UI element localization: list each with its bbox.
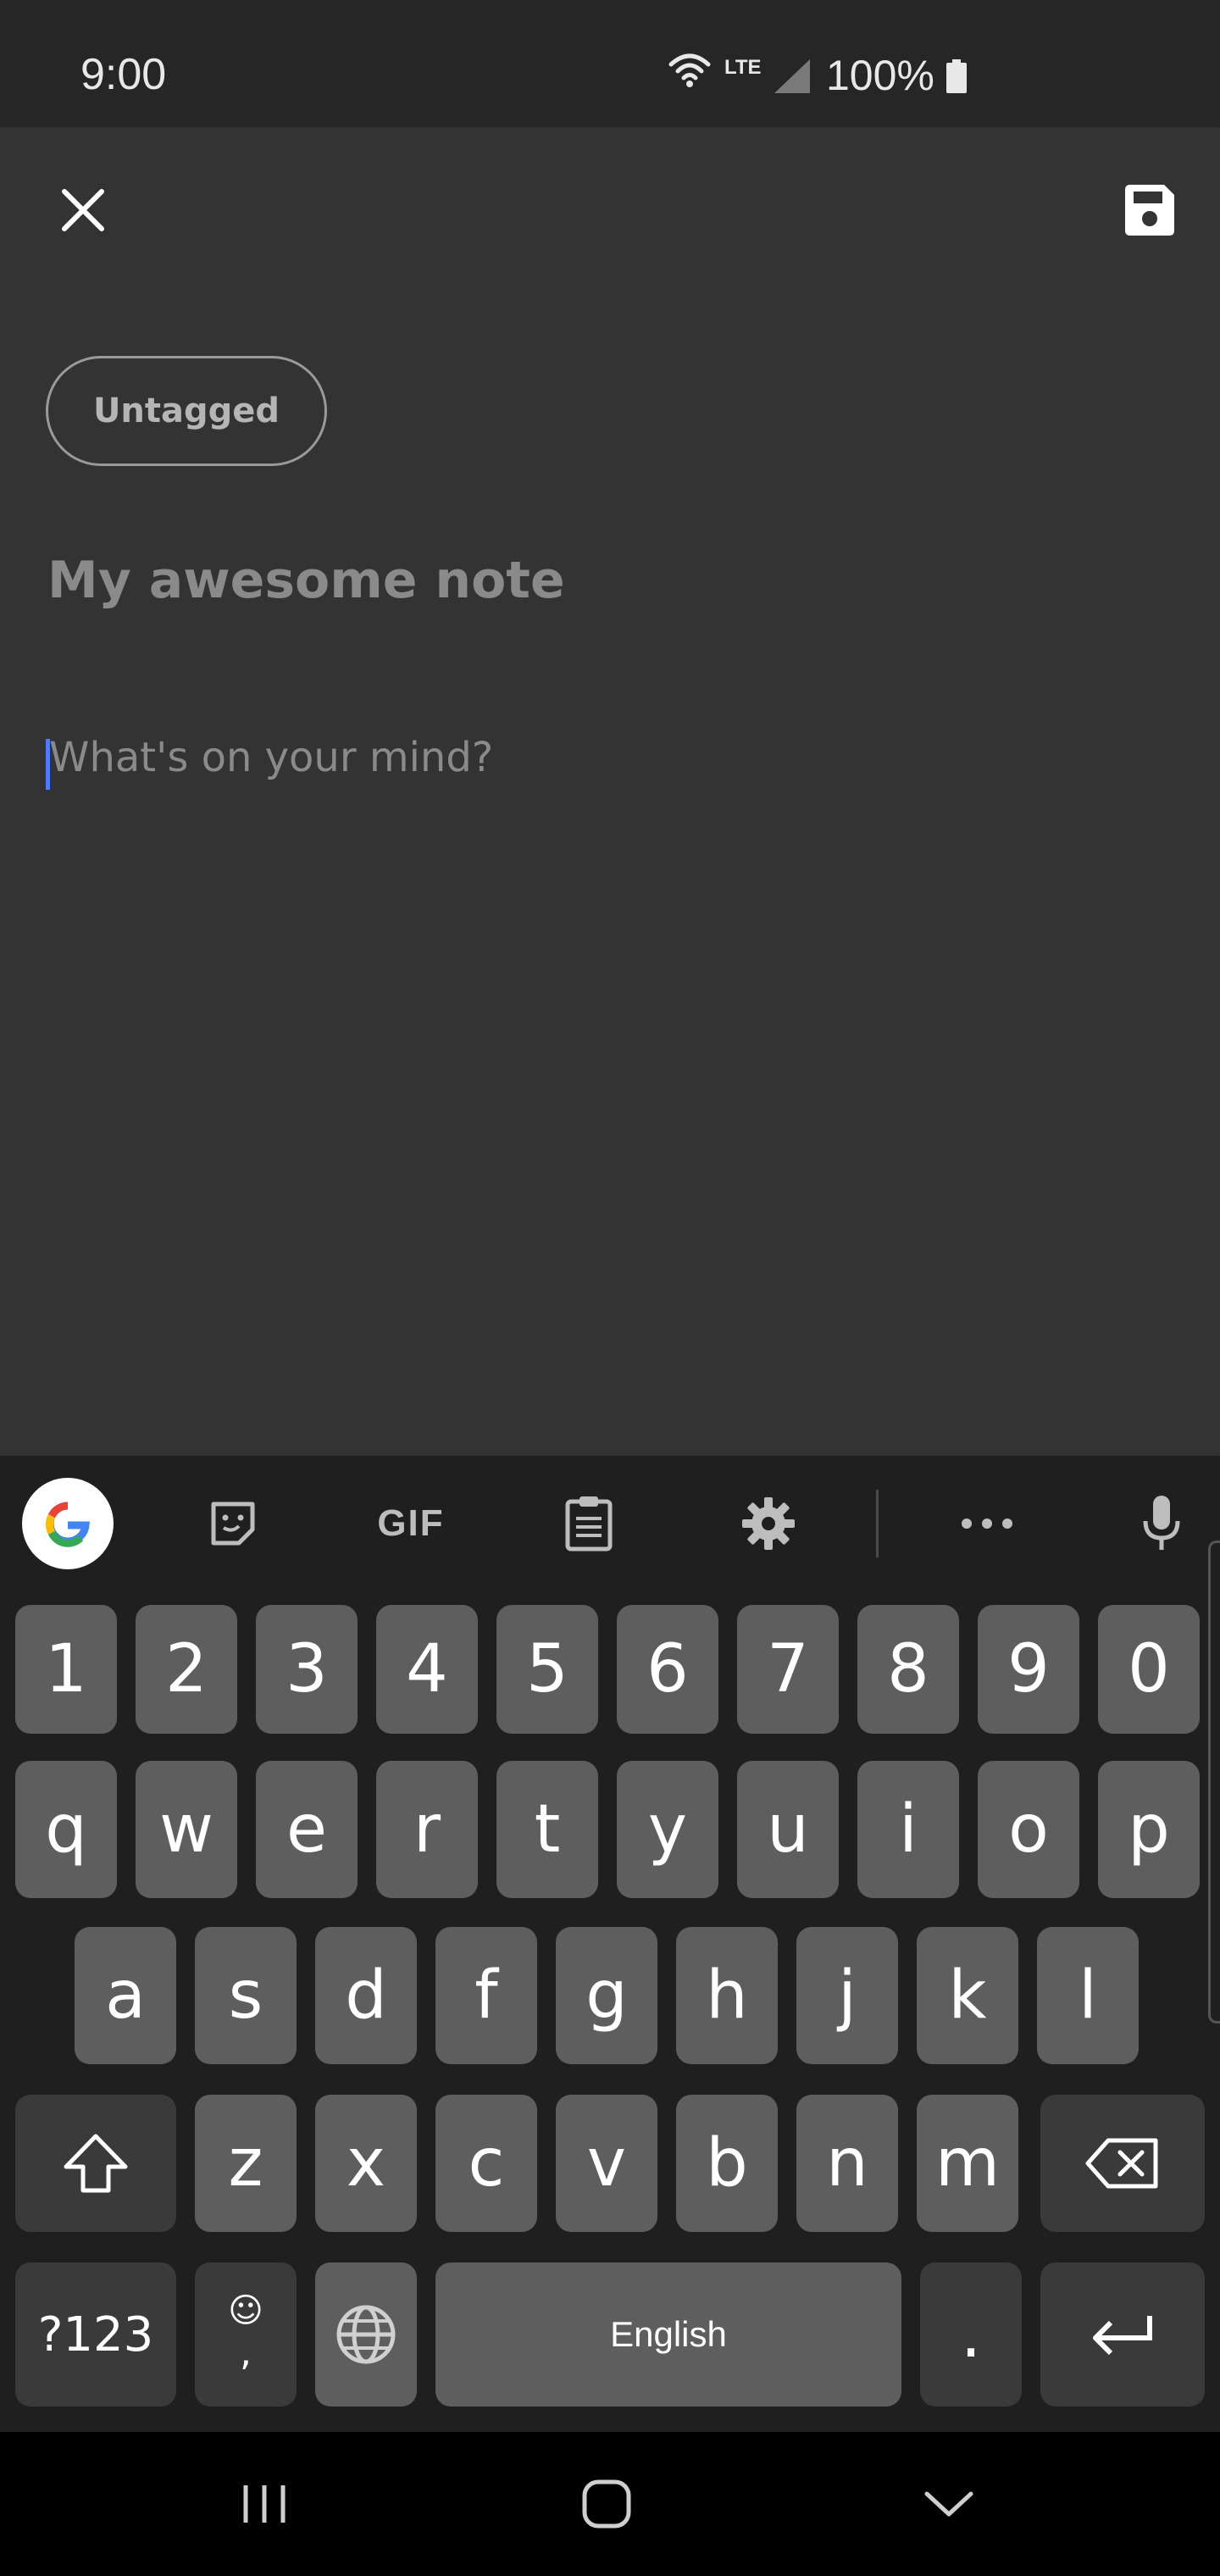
enter-icon xyxy=(1093,2316,1152,2356)
key-g[interactable]: g xyxy=(556,1927,657,2064)
key-h[interactable]: h xyxy=(676,1927,778,2064)
status-bar: 9:00 LTE 100% xyxy=(0,0,1220,127)
signal-icon xyxy=(774,59,810,93)
navigation-bar xyxy=(0,2432,1220,2576)
enter-key[interactable] xyxy=(1040,2262,1205,2407)
key-o[interactable]: o xyxy=(978,1761,1079,1898)
key-v[interactable]: v xyxy=(556,2095,657,2232)
key-6[interactable]: 6 xyxy=(617,1605,718,1734)
mic-icon[interactable] xyxy=(1123,1481,1200,1566)
key-4[interactable]: 4 xyxy=(376,1605,478,1734)
key-s[interactable]: s xyxy=(195,1927,297,2064)
key-m[interactable]: m xyxy=(917,2095,1018,2232)
comma-label: , xyxy=(240,2331,252,2374)
note-title-input[interactable]: My awesome note xyxy=(47,551,1174,610)
space-key[interactable]: English xyxy=(435,2262,901,2407)
key-x[interactable]: x xyxy=(315,2095,417,2232)
key-b[interactable]: b xyxy=(676,2095,778,2232)
shift-key[interactable] xyxy=(15,2095,176,2232)
emoji-icon: ☺ xyxy=(228,2291,263,2330)
battery-percent: 100% xyxy=(826,52,934,99)
google-icon[interactable] xyxy=(22,1478,114,1569)
key-q[interactable]: q xyxy=(15,1761,117,1898)
key-f[interactable]: f xyxy=(435,1927,537,2064)
key-2[interactable]: 2 xyxy=(136,1605,237,1734)
back-icon[interactable] xyxy=(907,2466,991,2542)
close-icon[interactable] xyxy=(56,183,110,237)
key-8[interactable]: 8 xyxy=(857,1605,959,1734)
home-icon[interactable] xyxy=(564,2466,649,2542)
keyboard-edge-handle xyxy=(1208,1541,1220,2024)
key-e[interactable]: e xyxy=(256,1761,358,1898)
key-7[interactable]: 7 xyxy=(737,1605,839,1734)
keyboard: GIF 1 2 3 4 5 6 7 8 9 0 q w e r t y u i … xyxy=(0,1456,1220,2432)
key-z[interactable]: z xyxy=(195,2095,297,2232)
period-key[interactable]: . xyxy=(920,2262,1022,2407)
note-body-input[interactable]: What's on your mind? xyxy=(46,734,1173,819)
key-n[interactable]: n xyxy=(796,2095,898,2232)
language-key[interactable] xyxy=(315,2262,417,2407)
status-time: 9:00 xyxy=(80,50,167,99)
key-w[interactable]: w xyxy=(136,1761,237,1898)
key-d[interactable]: d xyxy=(315,1927,417,2064)
key-1[interactable]: 1 xyxy=(15,1605,117,1734)
backspace-icon xyxy=(1085,2138,1158,2189)
gear-icon[interactable] xyxy=(730,1481,807,1566)
sticker-icon[interactable] xyxy=(195,1481,271,1566)
emoji-comma-key[interactable]: ☺ , xyxy=(195,2262,297,2407)
battery-icon xyxy=(946,59,967,93)
save-icon[interactable] xyxy=(1120,181,1178,239)
symbols-key[interactable]: ?123 xyxy=(15,2262,176,2407)
note-body-placeholder: What's on your mind? xyxy=(49,734,494,781)
key-9[interactable]: 9 xyxy=(978,1605,1079,1734)
gif-label: GIF xyxy=(377,1502,445,1544)
gif-button[interactable]: GIF xyxy=(364,1481,458,1566)
key-a[interactable]: a xyxy=(75,1927,176,2064)
key-u[interactable]: u xyxy=(737,1761,839,1898)
key-0[interactable]: 0 xyxy=(1098,1605,1200,1734)
globe-icon xyxy=(336,2305,396,2364)
toolbar-divider xyxy=(876,1490,879,1557)
shift-icon xyxy=(64,2134,128,2193)
key-j[interactable]: j xyxy=(796,1927,898,2064)
clipboard-icon[interactable] xyxy=(551,1481,627,1566)
backspace-key[interactable] xyxy=(1040,2095,1205,2232)
recents-icon[interactable] xyxy=(222,2466,307,2542)
key-r[interactable]: r xyxy=(376,1761,478,1898)
keyboard-toolbar: GIF xyxy=(0,1456,1220,2024)
lte-label: LTE xyxy=(724,56,762,79)
wifi-icon xyxy=(668,53,711,87)
key-5[interactable]: 5 xyxy=(496,1605,598,1734)
key-3[interactable]: 3 xyxy=(256,1605,358,1734)
key-t[interactable]: t xyxy=(496,1761,598,1898)
key-c[interactable]: c xyxy=(435,2095,537,2232)
key-i[interactable]: i xyxy=(857,1761,959,1898)
key-k[interactable]: k xyxy=(917,1927,1018,2064)
key-y[interactable]: y xyxy=(617,1761,718,1898)
key-l[interactable]: l xyxy=(1037,1927,1139,2064)
tag-chip[interactable]: Untagged xyxy=(46,356,327,466)
more-icon[interactable] xyxy=(949,1481,1025,1566)
key-p[interactable]: p xyxy=(1098,1761,1200,1898)
